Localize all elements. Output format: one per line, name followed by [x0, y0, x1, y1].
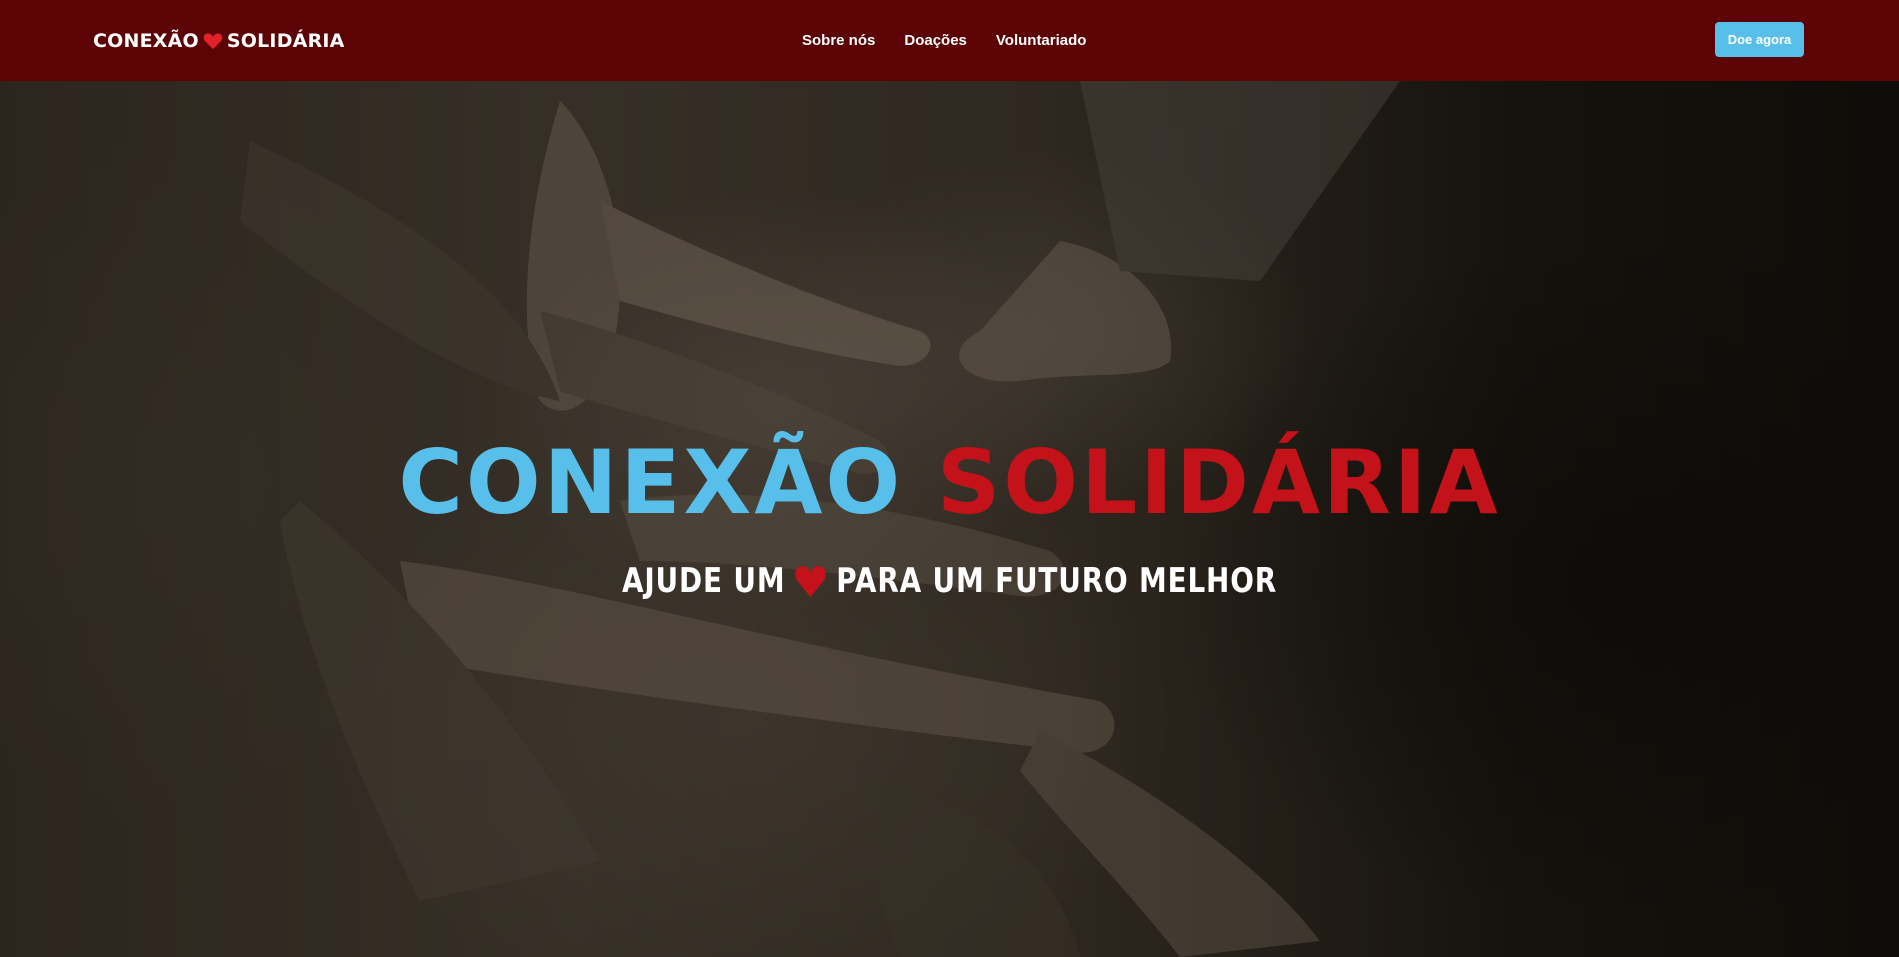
- brand-text-right: SOLIDÁRIA: [226, 29, 345, 52]
- hero-title: CONEXÃO SOLIDÁRIA: [0, 431, 1899, 534]
- main-nav: Sobre nós Doações Voluntariado: [802, 0, 1086, 81]
- hero-title-right: SOLIDÁRIA: [936, 431, 1501, 534]
- hero-title-left: CONEXÃO: [398, 431, 904, 534]
- nav-link-voluntariado[interactable]: Voluntariado: [996, 32, 1087, 49]
- heart-icon: [203, 33, 223, 49]
- heart-icon: [795, 566, 826, 597]
- hero-subtitle-before: AJUDE UM: [621, 561, 786, 601]
- hero-subtitle: AJUDE UM PARA UM FUTURO MELHOR: [171, 561, 1728, 601]
- nav-link-sobre-nos[interactable]: Sobre nós: [802, 32, 875, 49]
- brand-logo[interactable]: CONEXÃO SOLIDÁRIA: [93, 0, 345, 81]
- hero-banner: CONEXÃO SOLIDÁRIA AJUDE UM PARA UM FUTUR…: [0, 81, 1899, 957]
- hero-subtitle-after: PARA UM FUTURO MELHOR: [836, 561, 1278, 601]
- top-navbar: CONEXÃO SOLIDÁRIA Sobre nós Doações Volu…: [0, 0, 1899, 81]
- brand-text-left: CONEXÃO: [93, 29, 199, 52]
- donate-now-button[interactable]: Doe agora: [1715, 22, 1804, 57]
- nav-link-doacoes[interactable]: Doações: [904, 32, 967, 49]
